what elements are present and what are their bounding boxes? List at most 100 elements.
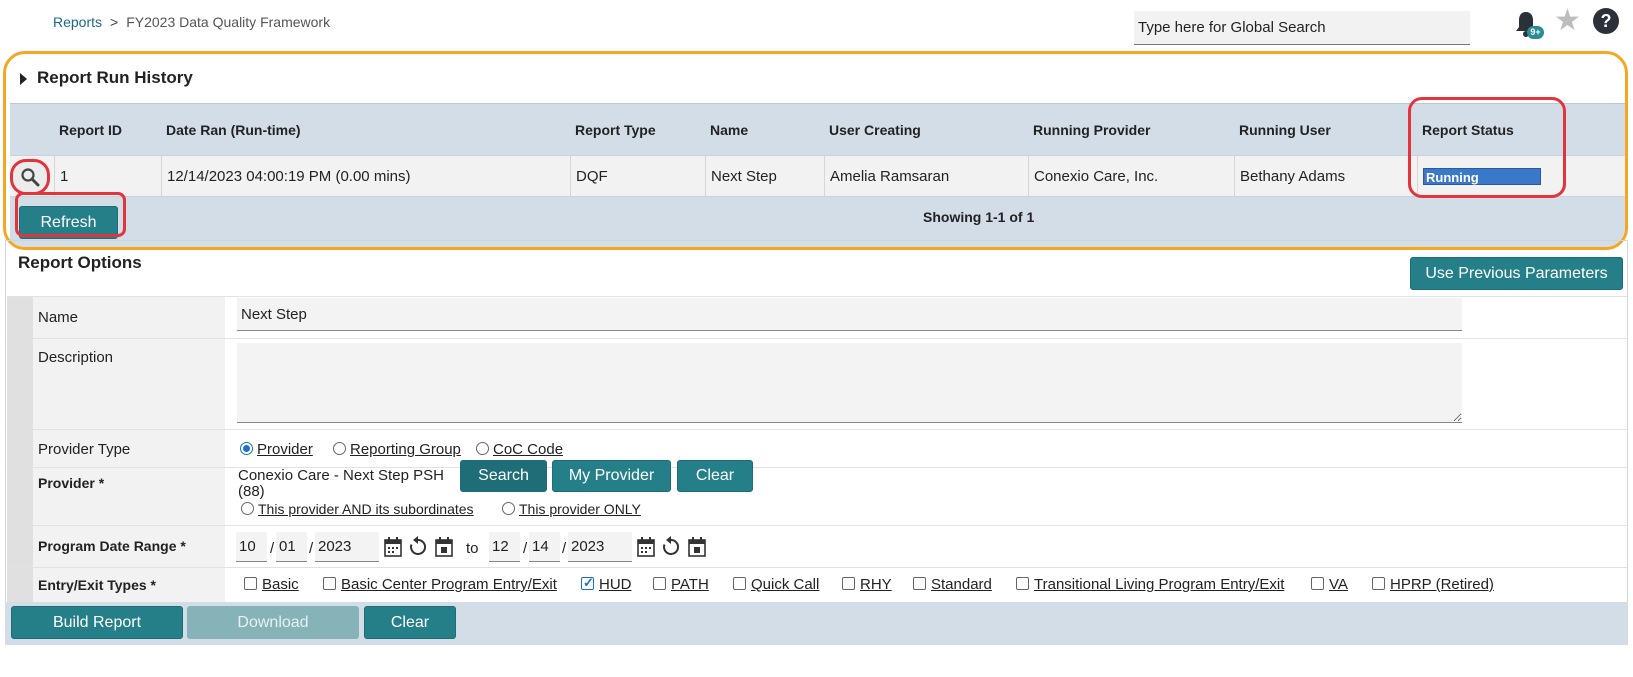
date-to-month[interactable]: 12 xyxy=(489,532,520,562)
cell-running-provider: Conexio Care, Inc. xyxy=(1028,156,1234,196)
checkbox-icon xyxy=(1372,577,1385,590)
checkbox-va[interactable]: VA xyxy=(1311,576,1348,593)
provider-scope-radio-only[interactable]: This provider ONLY xyxy=(502,501,641,517)
col-date-ran[interactable]: Date Ran (Run-time) xyxy=(161,104,301,155)
expand-triangle-icon xyxy=(20,72,27,85)
date-from-year[interactable]: 2023 xyxy=(315,532,379,562)
form-row-provider-type: Provider Type Provider Reporting Group C… xyxy=(7,429,1627,467)
date-separator: / xyxy=(562,540,567,557)
date-from-day[interactable]: 01 xyxy=(276,532,307,562)
date-separator: / xyxy=(309,540,314,557)
checkbox-icon xyxy=(653,577,666,590)
checkbox-label: Quick Call xyxy=(751,576,820,593)
checkbox-label: HUD xyxy=(599,576,632,593)
col-user-creating[interactable]: User Creating xyxy=(824,104,921,155)
cell-report-id: 1 xyxy=(54,156,161,196)
help-icon[interactable]: ? xyxy=(1593,8,1619,34)
radio-label: This provider AND its subordinates xyxy=(258,501,474,517)
col-report-type[interactable]: Report Type xyxy=(570,104,656,155)
row-gutter xyxy=(7,297,33,338)
checkbox-hprp-retired[interactable]: HPRP (Retired) xyxy=(1372,576,1494,593)
radio-label: Provider xyxy=(257,441,313,458)
breadcrumb-reports-link[interactable]: Reports xyxy=(53,14,102,30)
program-date-range-label: Program Date Range * xyxy=(38,538,186,554)
row-gutter xyxy=(7,430,33,467)
refresh-highlight-outline xyxy=(15,192,126,237)
checkbox-basic[interactable]: Basic xyxy=(244,576,299,593)
provider-name-line2: (88) xyxy=(238,483,265,500)
checkbox-icon xyxy=(842,577,855,590)
provider-type-radio-provider[interactable]: Provider xyxy=(240,441,313,458)
date-to-year[interactable]: 2023 xyxy=(568,532,632,562)
checkbox-rhy[interactable]: RHY xyxy=(842,576,892,593)
checkbox-icon xyxy=(1311,577,1324,590)
checkbox-icon xyxy=(323,577,336,590)
row-gutter xyxy=(7,468,33,525)
download-button[interactable]: Download xyxy=(187,606,359,639)
provider-search-button[interactable]: Search xyxy=(460,460,547,492)
my-provider-button[interactable]: My Provider xyxy=(552,460,671,492)
provider-scope-radio-subordinates[interactable]: This provider AND its subordinates xyxy=(241,501,474,517)
checkbox-hud[interactable]: HUD xyxy=(581,575,632,593)
table-row: 1 12/14/2023 04:00:19 PM (0.00 mins) DQF… xyxy=(10,155,1625,197)
calendar-icon[interactable] xyxy=(383,536,403,558)
clear-report-button[interactable]: Clear xyxy=(364,606,456,639)
calendar-today-icon[interactable] xyxy=(434,536,454,558)
breadcrumb-separator: > xyxy=(110,14,119,30)
status-highlight-outline xyxy=(1408,97,1566,198)
checkbox-label: Basic Center Program Entry/Exit xyxy=(341,576,557,593)
report-run-history-toggle[interactable]: Report Run History xyxy=(20,68,193,88)
reset-date-icon[interactable] xyxy=(661,536,681,558)
checkbox-path[interactable]: PATH xyxy=(653,576,709,593)
radio-label: This provider ONLY xyxy=(519,501,641,517)
provider-type-label: Provider Type xyxy=(38,441,131,458)
date-from-month[interactable]: 10 xyxy=(236,532,267,562)
radio-icon xyxy=(241,502,254,515)
use-previous-parameters-button[interactable]: Use Previous Parameters xyxy=(1410,257,1623,290)
report-run-history-panel: Report Run History Report ID Date Ran (R… xyxy=(3,51,1628,250)
date-to-day[interactable]: 14 xyxy=(529,532,560,562)
checkbox-standard[interactable]: Standard xyxy=(913,576,992,593)
checkbox-basic-center[interactable]: Basic Center Program Entry/Exit xyxy=(323,576,557,593)
checkbox-icon xyxy=(733,577,746,590)
radio-icon xyxy=(333,442,346,455)
provider-clear-button[interactable]: Clear xyxy=(677,460,753,492)
provider-label: Provider * xyxy=(38,475,105,491)
radio-icon xyxy=(502,502,515,515)
checkbox-label: Transitional Living Program Entry/Exit xyxy=(1034,576,1285,593)
calendar-today-icon[interactable] xyxy=(687,536,707,558)
provider-type-radio-coc-code[interactable]: CoC Code xyxy=(476,441,563,458)
col-running-user[interactable]: Running User xyxy=(1234,104,1331,155)
checkbox-icon xyxy=(1016,577,1029,590)
description-textarea[interactable] xyxy=(237,343,1462,423)
form-row-provider: Provider * Conexio Care - Next Step PSH … xyxy=(7,460,1627,525)
report-options-title: Report Options xyxy=(18,253,142,272)
checkbox-label: Basic xyxy=(262,576,299,593)
checkbox-transitional-living[interactable]: Transitional Living Program Entry/Exit xyxy=(1016,576,1284,593)
checkbox-label: PATH xyxy=(671,576,709,593)
provider-name-line1: Conexio Care - Next Step PSH xyxy=(238,467,444,484)
checkbox-quick-call[interactable]: Quick Call xyxy=(733,576,819,593)
date-range-to-label: to xyxy=(466,540,479,557)
col-name[interactable]: Name xyxy=(705,104,748,155)
provider-type-radio-reporting-group[interactable]: Reporting Group xyxy=(333,441,461,458)
calendar-icon[interactable] xyxy=(636,536,656,558)
favorite-star-icon[interactable]: ★ xyxy=(1554,6,1581,36)
build-report-button[interactable]: Build Report xyxy=(11,606,183,639)
checkbox-label: RHY xyxy=(860,576,892,593)
view-report-button[interactable] xyxy=(10,159,50,195)
global-search-input[interactable] xyxy=(1134,11,1470,45)
pagination-showing-text: Showing 1-1 of 1 xyxy=(923,209,1035,225)
row-gutter xyxy=(7,526,33,567)
entry-exit-types-label: Entry/Exit Types * xyxy=(38,577,157,593)
reset-date-icon[interactable] xyxy=(408,536,428,558)
checkbox-icon xyxy=(913,577,926,590)
col-report-id[interactable]: Report ID xyxy=(54,104,122,155)
magnifier-icon xyxy=(21,168,40,187)
form-row-date-range: Program Date Range * 10 / 01 / 2023 to 1… xyxy=(7,525,1627,567)
col-running-provider[interactable]: Running Provider xyxy=(1028,104,1150,155)
cell-running-user: Bethany Adams xyxy=(1234,156,1417,196)
date-separator: / xyxy=(523,540,528,557)
checkbox-label: HPRP (Retired) xyxy=(1390,576,1494,593)
report-name-input[interactable] xyxy=(237,298,1462,331)
